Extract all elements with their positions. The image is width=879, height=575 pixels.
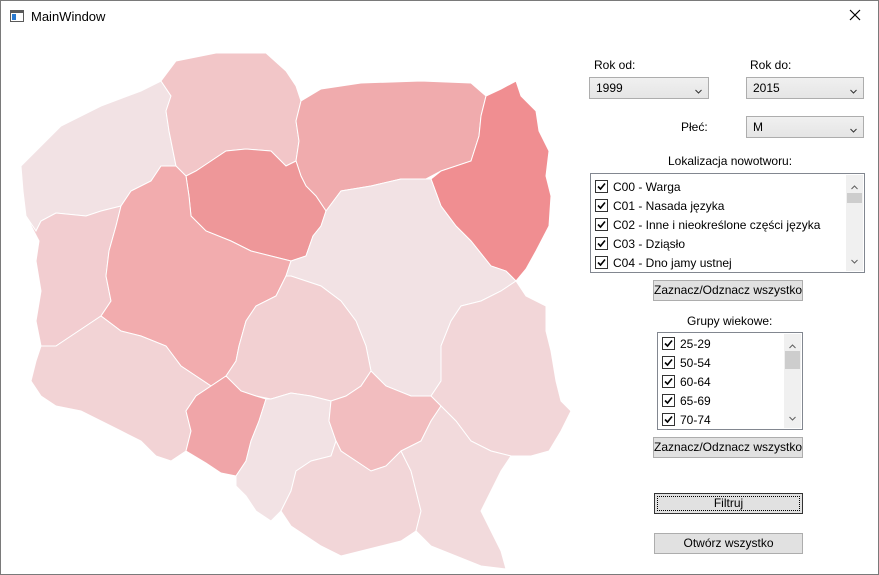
list-item-label: 60-64 [680,374,711,389]
close-button[interactable] [832,1,878,32]
list-item-label: C01 - Nasada języka [613,198,725,213]
list-item-label: C04 - Dno jamy ustnej [613,255,732,270]
list-item-label: C02 - Inne i nieokreślone części języka [613,217,821,232]
list-item[interactable]: C01 - Nasada języka [595,196,724,215]
sex-combobox[interactable]: M [746,116,864,138]
poland-map [1,32,581,574]
checkbox[interactable] [662,337,675,350]
checkbox[interactable] [662,413,675,426]
list-item-label: 25-29 [680,336,711,351]
list-item-label: 50-54 [680,355,711,370]
list-item-label: C00 - Warga [613,179,681,194]
checkbox[interactable] [662,356,675,369]
toggle-all-ages-button[interactable]: Zaznacz/Odznacz wszystko [653,437,803,458]
list-item[interactable]: 65-69 [662,391,711,410]
chevron-down-icon [850,123,857,133]
list-item[interactable]: C02 - Inne i nieokreślone części języka [595,215,820,234]
tumor-location-listbox[interactable]: C00 - Warga C01 - Nasada języka C02 - In… [590,173,865,273]
year-from-combobox[interactable]: 1999 [589,77,709,99]
list-item[interactable]: 70-74 [662,410,711,429]
list-item[interactable]: 60-64 [662,372,711,391]
app-icon [10,10,24,22]
list-item-label: 70-74 [680,412,711,427]
list-item[interactable]: C03 - Dziąsło [595,234,685,253]
focus-rectangle [657,496,800,511]
checkbox[interactable] [662,394,675,407]
list-item[interactable]: 25-29 [662,334,711,353]
list-item-label: C03 - Dziąsło [613,236,686,251]
window-title: MainWindow [31,9,106,24]
tumor-location-label: Lokalizacja nowotworu: [668,154,793,168]
year-from-label: Rok od: [594,58,636,72]
age-groups-label: Grupy wiekowe: [687,314,773,328]
checkbox[interactable] [662,375,675,388]
scrollbar-thumb[interactable] [785,351,800,369]
checkbox[interactable] [595,256,608,269]
chevron-down-icon [695,84,702,94]
open-all-button[interactable]: Otwórz wszystko [654,533,803,554]
checkbox[interactable] [595,180,608,193]
age-groups-listbox[interactable]: 25-29 50-54 60-64 65-69 70-74 [657,332,803,430]
checkbox[interactable] [595,199,608,212]
list-item[interactable]: 50-54 [662,353,711,372]
chevron-down-icon[interactable] [851,253,858,267]
year-to-value: 2015 [753,81,780,95]
toggle-all-locations-button[interactable]: Zaznacz/Odznacz wszystko [653,280,803,301]
checkbox[interactable] [595,237,608,250]
scrollbar-thumb[interactable] [847,193,862,203]
main-window: MainWindow Rok od: 1999 Rok do: 2015 Płe… [0,0,879,575]
chevron-up-icon[interactable] [851,179,858,193]
sex-label: Płeć: [681,120,708,134]
chevron-down-icon [850,84,857,94]
list-item-label: 65-69 [680,393,711,408]
year-to-combobox[interactable]: 2015 [746,77,864,99]
vertical-scrollbar[interactable] [846,175,863,271]
list-item[interactable]: C04 - Dno jamy ustnej [595,253,732,272]
close-icon [849,9,861,24]
chevron-up-icon[interactable] [789,338,796,352]
year-to-label: Rok do: [750,58,792,72]
checkbox[interactable] [595,218,608,231]
filter-button[interactable]: Filtruj [654,493,803,514]
sex-value: M [753,120,763,134]
vertical-scrollbar[interactable] [784,334,801,428]
title-bar: MainWindow [1,1,878,32]
year-from-value: 1999 [596,81,623,95]
list-item[interactable]: C00 - Warga [595,177,681,196]
chevron-down-icon[interactable] [789,410,796,424]
